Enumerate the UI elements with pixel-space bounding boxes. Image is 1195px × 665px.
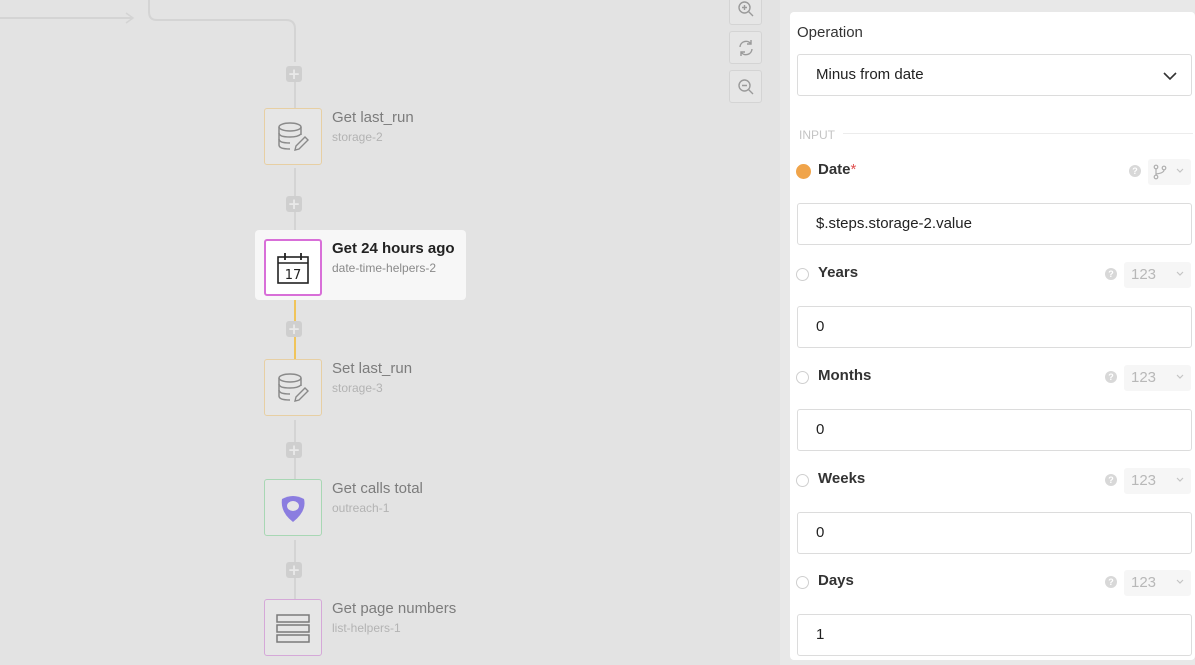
step-title: Get 24 hours ago [332,240,455,257]
help-icon[interactable]: ? [1105,576,1117,588]
step-icon-box [264,599,322,656]
step-node-get-page-numbers[interactable]: Get page numbers list-helpers-1 [255,590,466,660]
type-select[interactable]: 123 [1124,262,1191,288]
type-select[interactable]: 123 [1124,570,1191,596]
step-icon-box [264,108,322,165]
connector-line [294,540,296,562]
zoom-in-button[interactable] [729,0,762,25]
top-connector [0,0,296,62]
add-step-button[interactable]: + [286,442,302,458]
help-icon[interactable]: ? [1105,474,1117,486]
operation-label: Operation [797,24,863,41]
chevron-down-icon [1176,374,1184,379]
chevron-down-icon [1163,72,1177,81]
field-label: Weeks [818,470,866,487]
field-years: Years ? 123 [790,262,1195,288]
required-mark: * [850,161,857,178]
years-input[interactable]: 0 [797,306,1192,348]
step-title: Set last_run [332,360,413,377]
chevron-down-icon [1176,477,1184,482]
type-value: 123 [1131,472,1157,489]
field-weeks: Weeks ? 123 [790,468,1195,494]
add-step-button[interactable]: + [286,66,302,82]
step-icon-box [264,479,322,536]
help-icon[interactable]: ? [1129,165,1141,177]
help-icon[interactable]: ? [1105,371,1117,383]
type-value: 123 [1131,266,1157,283]
calendar-day-text: 17 [285,268,302,283]
step-id: storage-3 [332,381,383,395]
workflow-canvas[interactable]: + + + + + Get last_run storage-2 17 Get … [0,0,780,665]
help-icon[interactable]: ? [1105,268,1117,280]
step-node-get-calls-total[interactable]: Get calls total outreach-1 [255,470,466,540]
step-id: storage-2 [332,130,383,144]
field-label: Days [818,572,854,589]
step-node-get-last-run[interactable]: Get last_run storage-2 [255,99,466,169]
branch-icon [1153,164,1167,180]
calendar-icon: 17 [277,252,309,284]
step-id: outreach-1 [332,501,390,515]
field-days: Days ? 123 [790,570,1195,596]
type-value: 123 [1131,369,1157,386]
field-indicator[interactable] [796,164,811,179]
date-input[interactable]: $.steps.storage-2.value [797,203,1192,245]
type-select[interactable]: 123 [1124,468,1191,494]
step-icon-box: 17 [264,239,322,296]
zoom-out-icon [737,78,753,94]
section-label: INPUT [799,128,843,142]
step-id: date-time-helpers-2 [332,261,437,275]
reset-zoom-button[interactable] [729,31,762,64]
field-indicator[interactable] [796,268,809,281]
step-title: Get page numbers [332,600,457,617]
step-config-panel: Operation Minus from date INPUT Date* ? … [790,12,1195,660]
chevron-down-icon [1176,168,1184,173]
reset-icon [738,39,753,56]
step-title: Get last_run [332,109,414,126]
field-indicator[interactable] [796,576,809,589]
field-label: Years [818,264,859,281]
field-months: Months ? 123 [790,365,1195,391]
step-title: Get calls total [332,480,423,497]
type-select[interactable]: 123 [1124,365,1191,391]
weeks-input[interactable]: 0 [797,512,1192,554]
type-select[interactable] [1148,159,1191,185]
step-node-set-last-run[interactable]: Set last_run storage-3 [255,350,466,420]
input-section-header: INPUT [799,126,1193,142]
type-value: 123 [1131,574,1157,591]
add-step-button[interactable]: + [286,562,302,578]
step-icon-box [264,359,322,416]
operation-value: Minus from date [816,66,924,83]
field-date: Date* ? [790,159,1195,185]
connector-line [294,299,296,321]
chevron-down-icon [1176,579,1184,584]
add-step-button[interactable]: + [286,196,302,212]
outreach-logo-icon [281,495,305,522]
field-indicator[interactable] [796,474,809,487]
step-id: list-helpers-1 [332,621,401,635]
field-label: Date* [818,161,857,178]
add-step-button[interactable]: + [286,321,302,337]
field-indicator[interactable] [796,371,809,384]
operation-select[interactable]: Minus from date [797,54,1192,96]
chevron-down-icon [1176,271,1184,276]
step-node-get-24-hours-ago[interactable]: 17 Get 24 hours ago date-time-helpers-2 [255,230,466,300]
list-icon [276,613,310,643]
days-input[interactable]: 1 [797,614,1192,656]
zoom-in-icon [737,0,753,16]
database-edit-icon [278,372,309,402]
connector-line [294,168,296,196]
connector-line [294,420,296,442]
database-edit-icon [278,121,309,151]
field-label: Months [818,367,872,384]
months-input[interactable]: 0 [797,409,1192,451]
zoom-out-button[interactable] [729,70,762,103]
